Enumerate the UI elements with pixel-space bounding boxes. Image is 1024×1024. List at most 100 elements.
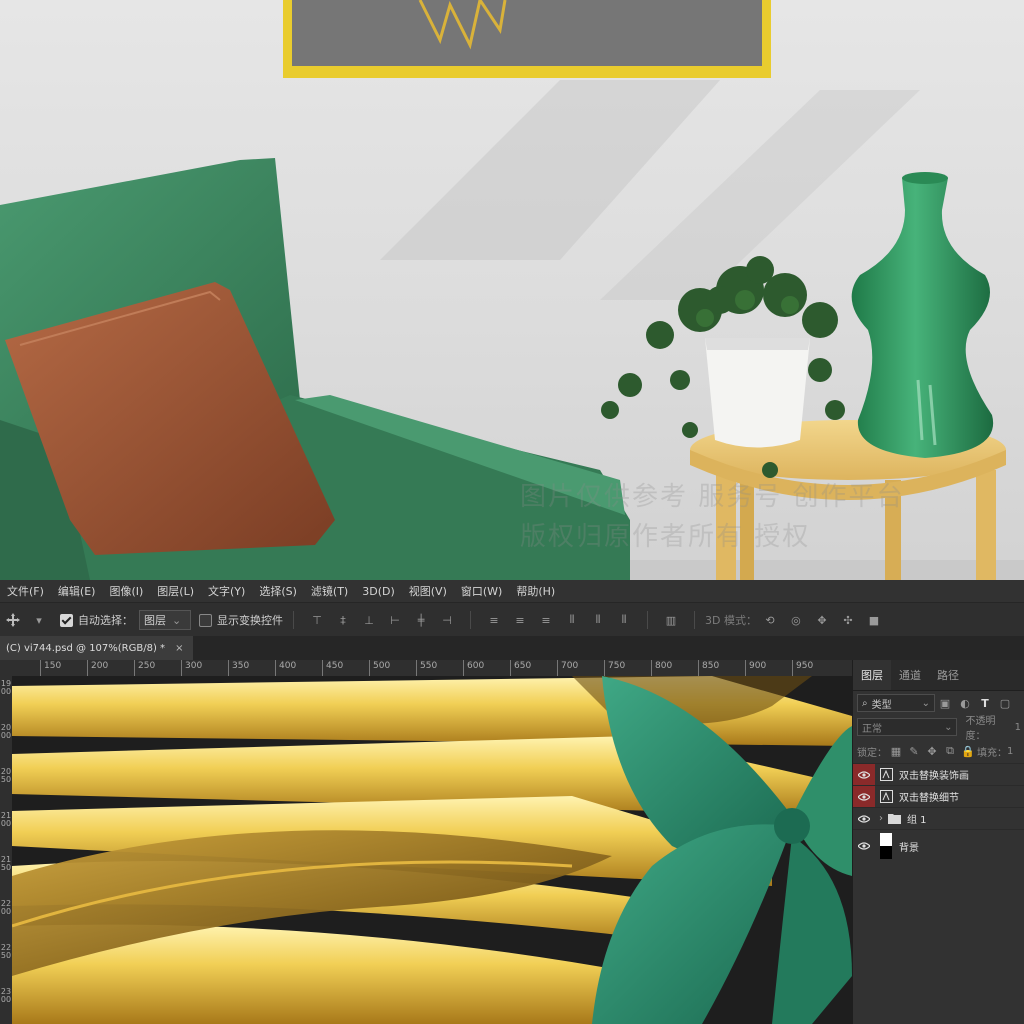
fill-value[interactable]: 1 <box>1007 746 1013 757</box>
layer-filter-dropdown[interactable]: ⌕ 类型 ⌄ <box>857 694 935 712</box>
canvas-area[interactable] <box>12 676 852 1024</box>
pan-3d-icon[interactable]: ✥ <box>815 613 829 627</box>
menu-item[interactable]: 文字(Y) <box>201 583 252 599</box>
lock-paint-icon[interactable]: ✎ <box>907 744 921 758</box>
watermark-text: 版权归原作者所有 授权 <box>520 522 811 552</box>
menu-item[interactable]: 图层(L) <box>150 583 201 599</box>
video-camera-icon[interactable]: ■ <box>867 613 881 627</box>
menu-item[interactable]: 选择(S) <box>252 583 304 599</box>
chevron-right-icon[interactable]: › <box>879 813 883 824</box>
panel-tab[interactable]: 路径 <box>929 660 967 690</box>
options-bar: ▾ 自动选择： 图层 ⌄ 显示变换控件 ⊤ ‡ ⊥ ⊢ ╪ ⊣ ≡ ≡ ≡ ⦀ … <box>0 602 1024 638</box>
divider <box>293 611 294 629</box>
show-transform-label: 显示变换控件 <box>217 614 283 627</box>
room-scene-preview: 图片仅供参考 服务号 创作平台 版权归原作者所有 授权 <box>0 0 1024 580</box>
filter-shape-icon[interactable]: ▢ <box>998 696 1012 710</box>
mode-3d-label: 3D 模式： <box>705 614 757 627</box>
menu-item[interactable]: 图像(I) <box>102 583 150 599</box>
ruler-tick: 2150 <box>0 855 12 872</box>
lock-pixels-icon[interactable]: ▦ <box>889 744 903 758</box>
document-tab-title: (C) vi744.psd @ 107%(RGB/8) * <box>6 642 166 654</box>
menu-item[interactable]: 滤镜(T) <box>304 583 355 599</box>
menu-item[interactable]: 3D(D) <box>355 585 402 598</box>
slide-3d-icon[interactable]: ✣ <box>841 613 855 627</box>
filter-adjustment-icon[interactable]: ◐ <box>958 696 972 710</box>
move-tool-icon[interactable] <box>6 613 20 627</box>
distribute-right-icon[interactable]: ⦀ <box>617 613 631 627</box>
align-hcenter-icon[interactable]: ╪ <box>414 613 428 627</box>
distribute-hcenter-icon[interactable]: ⦀ <box>591 613 605 627</box>
ruler-tick: 350 <box>228 660 249 676</box>
auto-select-checkbox[interactable] <box>60 613 73 627</box>
document-tab[interactable]: (C) vi744.psd @ 107%(RGB/8) * × <box>0 636 194 660</box>
layer-thumbnail <box>879 833 893 859</box>
divider <box>647 611 648 629</box>
ruler-tick: 2050 <box>0 767 12 784</box>
menu-item[interactable]: 文件(F) <box>0 583 51 599</box>
filter-type-icon[interactable]: T <box>978 696 992 710</box>
layers-panel: 图层 通道 路径 ⌕ 类型 ⌄ ▣ ◐ T ▢ 正常 ⌄ 不透明度： 1 锁定： ▦… <box>852 660 1024 1024</box>
layer-row[interactable]: › 组 1 <box>853 807 1024 829</box>
show-transform-checkbox[interactable] <box>199 613 212 627</box>
panel-tab[interactable]: 通道 <box>891 660 929 690</box>
chevron-down-icon[interactable]: ▾ <box>32 613 46 627</box>
menu-bar: 文件(F) 编辑(E) 图像(I) 图层(L) 文字(Y) 选择(S) 滤镜(T) 3D(D)… <box>0 580 1024 602</box>
blend-row: 正常 ⌄ 不透明度： 1 <box>853 715 1024 742</box>
auto-select-target-dropdown[interactable]: 图层 ⌄ <box>139 610 191 630</box>
align-vcenter-icon[interactable]: ‡ <box>336 613 350 627</box>
eye-icon[interactable] <box>853 786 875 807</box>
chevron-down-icon: ⌄ <box>944 721 953 733</box>
chevron-down-icon: ⌄ <box>172 613 182 627</box>
auto-select-label: 自动选择： <box>78 614 133 627</box>
menu-item[interactable]: 帮助(H) <box>509 583 562 599</box>
ruler-tick: 2100 <box>0 811 12 828</box>
opacity-value[interactable]: 1 <box>1015 722 1021 733</box>
ruler-tick: 650 <box>510 660 531 676</box>
eye-icon[interactable] <box>853 808 875 829</box>
lock-row: 锁定： ▦ ✎ ✥ ⧉ 🔒 填充： 1 <box>853 739 1024 763</box>
panel-tab[interactable]: 图层 <box>853 660 891 690</box>
align-left-icon[interactable]: ⊢ <box>388 613 402 627</box>
lock-position-icon[interactable]: ✥ <box>925 744 939 758</box>
ruler-tick: 900 <box>745 660 766 676</box>
eye-icon[interactable] <box>853 764 875 785</box>
orbit-3d-icon[interactable]: ⟲ <box>763 613 777 627</box>
vase <box>851 175 994 458</box>
lock-all-icon[interactable]: 🔒 <box>961 744 975 758</box>
layer-name: 背景 <box>899 842 919 854</box>
ruler-tick: 750 <box>604 660 625 676</box>
smart-object-icon <box>879 768 893 782</box>
ruler-tick: 600 <box>463 660 484 676</box>
watermark-text: 图片仅供参考 服务号 创作平台 <box>520 482 905 512</box>
layer-row[interactable]: 双击替换装饰画 <box>853 763 1024 785</box>
lock-label: 锁定： <box>857 747 887 759</box>
menu-item[interactable]: 编辑(E) <box>51 583 103 599</box>
layer-name: 双击替换装饰画 <box>899 771 969 782</box>
ruler-tick: 2250 <box>0 943 12 960</box>
layer-row[interactable]: 双击替换细节 <box>853 785 1024 807</box>
blend-mode-value: 正常 <box>862 723 882 735</box>
blend-mode-dropdown[interactable]: 正常 ⌄ <box>857 718 958 736</box>
eye-icon[interactable] <box>853 836 875 857</box>
menu-item[interactable]: 窗口(W) <box>454 583 509 599</box>
distribute-bottom-icon[interactable]: ≡ <box>539 613 553 627</box>
plant-pot <box>705 338 810 448</box>
filter-pixel-icon[interactable]: ▣ <box>938 696 952 710</box>
roll-3d-icon[interactable]: ◎ <box>789 613 803 627</box>
close-icon[interactable]: × <box>175 643 183 654</box>
layer-list: 双击替换装饰画双击替换细节 › 组 1 背景 <box>853 763 1024 862</box>
menu-item[interactable]: 视图(V) <box>402 583 454 599</box>
ruler-tick: 850 <box>698 660 719 676</box>
auto-align-icon[interactable]: ▥ <box>664 613 678 627</box>
layer-row[interactable]: 背景 <box>853 829 1024 862</box>
ruler-tick: 450 <box>322 660 343 676</box>
ruler-tick: 2000 <box>0 723 12 740</box>
lock-artboard-icon[interactable]: ⧉ <box>943 744 957 758</box>
align-right-icon[interactable]: ⊣ <box>440 613 454 627</box>
align-bottom-icon[interactable]: ⊥ <box>362 613 376 627</box>
distribute-vcenter-icon[interactable]: ≡ <box>513 613 527 627</box>
distribute-left-icon[interactable]: ⦀ <box>565 613 579 627</box>
layer-name: 组 1 <box>907 815 927 826</box>
distribute-top-icon[interactable]: ≡ <box>487 613 501 627</box>
align-top-icon[interactable]: ⊤ <box>310 613 324 627</box>
